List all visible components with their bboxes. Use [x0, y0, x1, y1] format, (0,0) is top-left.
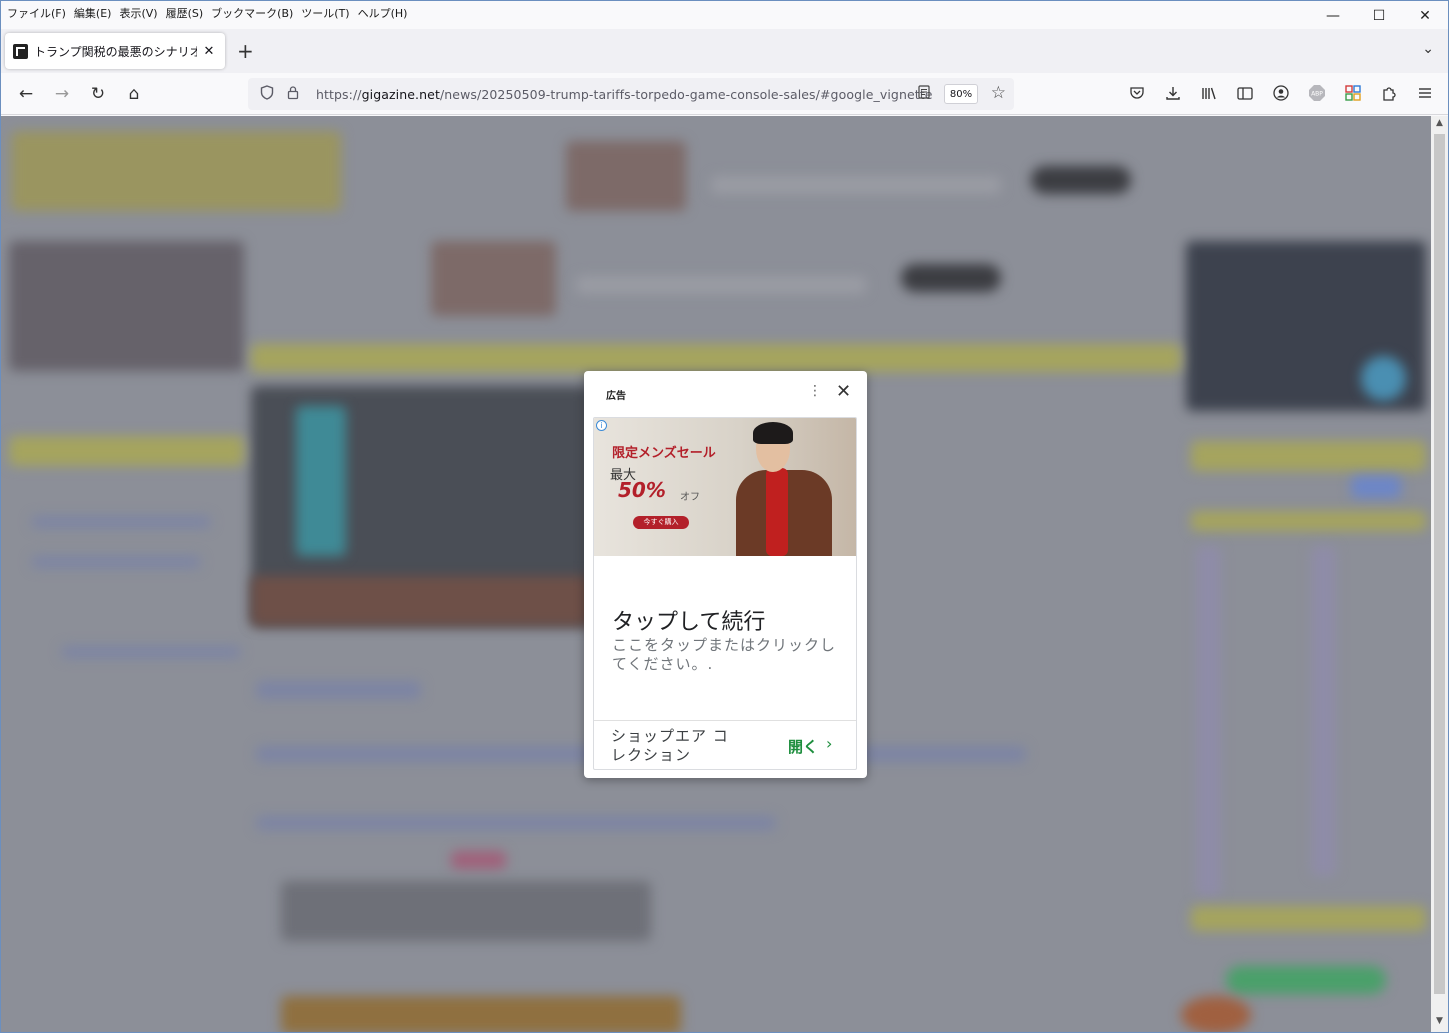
vignette-ad-modal: 広告 ⋮ ✕ i 限定メンズセール 最大 50% オフ 今すぐ購入 タップして続… — [584, 371, 867, 778]
ad-banner-image[interactable]: i 限定メンズセール 最大 50% オフ 今すぐ購入 — [594, 418, 856, 556]
browser-window: ファイル(F) 編集(E) 表示(V) 履歴(S) ブックマーク(B) ツール(… — [0, 0, 1449, 1033]
menu-file[interactable]: ファイル(F) — [5, 5, 72, 21]
library-icon[interactable] — [1198, 82, 1220, 104]
url-domain: gigazine.net — [361, 86, 440, 102]
tracking-protection-icon[interactable] — [256, 84, 278, 104]
forward-button[interactable]: → — [49, 81, 75, 107]
banner-sale-title: 限定メンズセール — [612, 446, 716, 461]
reload-button[interactable]: ↻ — [85, 81, 111, 107]
tab-close-icon[interactable]: ✕ — [201, 44, 217, 59]
menu-tools[interactable]: ツール(T) — [299, 5, 355, 21]
home-button[interactable]: ⌂ — [121, 81, 147, 107]
ad-options-icon[interactable]: ⋮ — [808, 383, 822, 399]
site-favicon-icon — [13, 43, 28, 59]
menu-history[interactable]: 履歴(S) — [164, 5, 210, 21]
zoom-indicator[interactable]: 80% — [944, 84, 978, 104]
reader-view-icon[interactable] — [918, 85, 930, 103]
url-text[interactable]: https://gigazine.net/news/20250509-trump… — [316, 87, 933, 102]
tab-title: トランプ関税の最悪のシナリオは「ゲ — [34, 44, 197, 59]
menu-view[interactable]: 表示(V) — [117, 5, 163, 21]
sidebar-icon[interactable] — [1234, 82, 1256, 104]
menu-bar: ファイル(F) 編集(E) 表示(V) 履歴(S) ブックマーク(B) ツール(… — [1, 1, 1448, 25]
lock-icon[interactable] — [282, 85, 304, 104]
url-path: /news/20250509-trump-tariffs-torpedo-gam… — [439, 86, 933, 102]
url-bar[interactable]: https://gigazine.net/news/20250509-trump… — [248, 78, 1014, 110]
ad-label: 広告 — [606, 391, 626, 402]
scroll-thumb[interactable] — [1434, 134, 1445, 994]
window-controls: — ☐ ✕ — [1310, 1, 1448, 31]
pocket-icon[interactable] — [1126, 82, 1148, 104]
menu-help[interactable]: ヘルプ(H) — [356, 5, 414, 21]
tab-strip: トランプ関税の最悪のシナリオは「ゲ ✕ + ⌄ — [1, 29, 1448, 73]
blurred-ad-image — [566, 141, 686, 211]
app-menu-icon[interactable] — [1414, 82, 1436, 104]
ad-close-button[interactable]: ✕ — [836, 381, 851, 402]
ad-card[interactable]: i 限定メンズセール 最大 50% オフ 今すぐ購入 タップして続行 ここをタッ… — [593, 417, 857, 770]
scroll-up-arrow-icon[interactable]: ▲ — [1431, 118, 1448, 134]
ad-brand-name: ショップエア コレクション — [611, 727, 729, 764]
scroll-down-arrow-icon[interactable]: ▼ — [1431, 1016, 1448, 1032]
extensions-puzzle-icon[interactable] — [1378, 82, 1400, 104]
maximize-button[interactable]: ☐ — [1356, 1, 1402, 31]
back-button[interactable]: ← — [13, 81, 39, 107]
banner-off-label: オフ — [680, 492, 700, 503]
banner-discount: 50% — [618, 478, 666, 502]
navigation-toolbar: ← → ↻ ⌂ https://gigazine.net/news/202505… — [1, 73, 1448, 115]
banner-buy-button[interactable]: 今すぐ購入 — [633, 516, 689, 529]
ad-info-icon[interactable]: i — [596, 420, 607, 431]
svg-text:ABP: ABP — [1311, 91, 1323, 98]
menu-bookmarks[interactable]: ブックマーク(B) — [209, 5, 299, 21]
extension-grid-icon[interactable] — [1342, 82, 1364, 104]
tab-active[interactable]: トランプ関税の最悪のシナリオは「ゲ ✕ — [5, 33, 225, 69]
account-icon[interactable] — [1270, 82, 1292, 104]
new-tab-button[interactable]: + — [237, 39, 254, 63]
page-scrollbar[interactable]: ▲ ▼ — [1431, 116, 1448, 1032]
model-photo — [736, 420, 832, 556]
bookmark-star-icon[interactable]: ☆ — [991, 83, 1006, 103]
minimize-button[interactable]: — — [1310, 1, 1356, 31]
list-all-tabs-button[interactable]: ⌄ — [1422, 41, 1434, 57]
close-window-button[interactable]: ✕ — [1402, 1, 1448, 31]
chevron-right-icon[interactable]: › — [826, 734, 832, 753]
ad-footer[interactable]: ショップエア コレクション 開く › — [594, 720, 856, 769]
downloads-icon[interactable] — [1162, 82, 1184, 104]
blurred-logo — [11, 131, 341, 211]
url-prefix: https:// — [316, 86, 362, 102]
menu-edit[interactable]: 編集(E) — [72, 5, 118, 21]
ad-headline[interactable]: タップして続行 — [612, 604, 765, 636]
adblock-icon[interactable]: ABP — [1306, 82, 1328, 104]
toolbar-icons: ABP — [1126, 82, 1436, 104]
ad-description[interactable]: ここをタップまたはクリックしてください。. — [612, 636, 848, 674]
ad-open-button[interactable]: 開く — [788, 736, 818, 757]
